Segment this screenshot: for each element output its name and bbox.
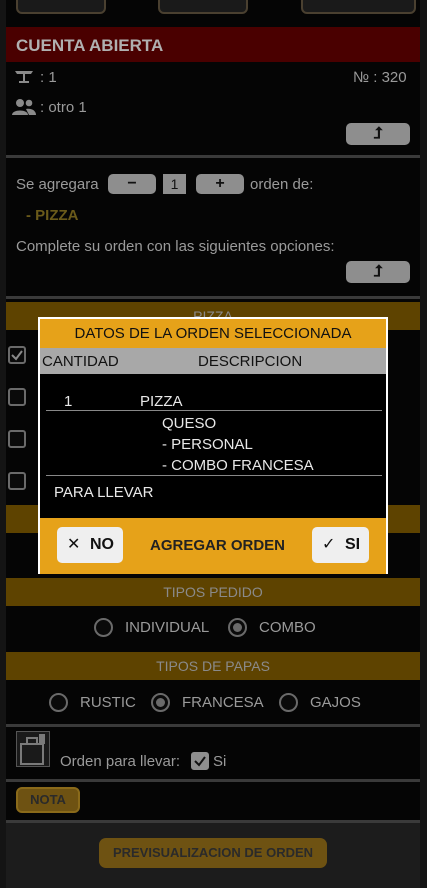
radio-francesa[interactable] <box>151 693 170 712</box>
row-quantity: 1 <box>64 393 73 410</box>
collapse-options-button[interactable]: ⮥ <box>346 261 410 283</box>
expand-icon: ⮥ <box>373 263 383 280</box>
quantity-prefix: Se agregara <box>16 176 99 193</box>
radio-rustic-label: RUSTIC <box>80 694 136 711</box>
top-button-1[interactable] <box>16 0 106 14</box>
no-button-label: NO <box>90 536 114 553</box>
tipos-papas-label: TIPOS DE PAPAS <box>156 658 270 674</box>
divider <box>6 779 420 782</box>
dialog-footer: ✕ NO AGREGAR ORDEN ✓ SI <box>40 518 386 574</box>
page-title: CUENTA ABIERTA <box>6 27 420 62</box>
radio-combo[interactable] <box>228 618 247 637</box>
col-description: DESCRIPCION <box>198 353 303 370</box>
quantity-suffix: orden de: <box>250 176 314 193</box>
row-divider <box>46 410 382 411</box>
plus-button[interactable]: + <box>196 174 244 194</box>
detail-2: - PERSONAL <box>162 436 253 453</box>
row-divider <box>46 475 382 476</box>
col-quantity: CANTIDAD <box>42 353 119 370</box>
radio-combo-label: COMBO <box>259 619 316 636</box>
customer-value: : otro 1 <box>40 99 87 116</box>
takeaway-value: Si <box>213 753 227 770</box>
radio-francesa-label: FRANCESA <box>182 694 264 711</box>
radio-gajos-label: GAJOS <box>310 694 361 711</box>
expand-icon: ⮥ <box>373 125 383 142</box>
table-icon <box>14 68 34 84</box>
yes-button[interactable]: ✓ SI <box>312 527 369 563</box>
dialog-title: DATOS DE LA ORDEN SELECCIONADA <box>40 319 386 348</box>
note-button[interactable]: NOTA <box>16 787 80 813</box>
table-value: : 1 <box>40 69 57 86</box>
option-checkbox-1[interactable] <box>8 346 26 364</box>
yes-button-label: SI <box>345 536 361 553</box>
top-button-3[interactable] <box>301 0 416 14</box>
dialog-body: 1 PIZZA QUESO - PERSONAL - COMBO FRANCES… <box>40 374 386 518</box>
takeaway-bag-icon <box>16 731 50 767</box>
selected-item: - PIZZA <box>26 207 79 224</box>
radio-individual[interactable] <box>94 618 113 637</box>
takeaway-checkbox[interactable] <box>191 752 209 770</box>
tipos-pedido-label: TIPOS PEDIDO <box>163 584 263 600</box>
takeaway-note: PARA LLEVAR <box>54 484 154 501</box>
order-number: № : 320 <box>353 69 407 86</box>
options-prompt: Complete su orden con las siguientes opc… <box>16 238 335 255</box>
people-icon <box>12 98 36 116</box>
option-checkbox-4[interactable] <box>8 472 26 490</box>
collapse-info-button[interactable]: ⮥ <box>346 123 410 145</box>
top-button-2[interactable] <box>158 0 248 14</box>
dialog-column-headers: CANTIDAD DESCRIPCION <box>40 348 386 374</box>
row-item: PIZZA <box>140 393 183 410</box>
radio-individual-label: INDIVIDUAL <box>125 619 210 636</box>
minus-button[interactable]: − <box>108 174 156 194</box>
no-button[interactable]: ✕ NO <box>57 527 123 563</box>
divider <box>6 724 420 727</box>
add-order-label: AGREGAR ORDEN <box>150 537 286 554</box>
option-checkbox-2[interactable] <box>8 388 26 406</box>
tipos-pedido-band: TIPOS PEDIDO <box>6 578 420 606</box>
radio-gajos[interactable] <box>279 693 298 712</box>
tipos-papas-band: TIPOS DE PAPAS <box>6 652 420 680</box>
detail-3: - COMBO FRANCESA <box>162 457 314 474</box>
quantity-input[interactable]: 1 <box>163 174 186 194</box>
check-icon: ✓ <box>322 536 336 553</box>
close-icon: ✕ <box>67 536 81 553</box>
radio-rustic[interactable] <box>49 693 68 712</box>
divider <box>6 155 420 158</box>
preview-order-button[interactable]: PREVISUALIZACION DE ORDEN <box>99 838 327 868</box>
option-checkbox-3[interactable] <box>8 430 26 448</box>
divider <box>6 296 420 299</box>
detail-1: QUESO <box>162 415 217 432</box>
order-confirmation-dialog: DATOS DE LA ORDEN SELECCIONADA CANTIDAD … <box>38 317 388 574</box>
takeaway-label: Orden para llevar: <box>60 753 181 770</box>
